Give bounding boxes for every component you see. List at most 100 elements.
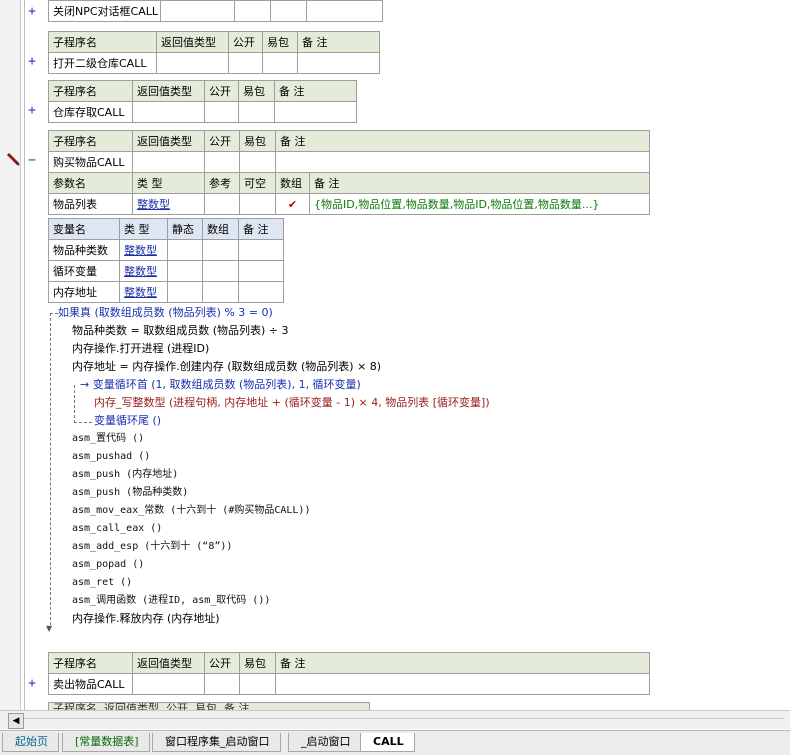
sub-name-cell[interactable]: 仓库存取CALL — [48, 101, 133, 123]
var-static-cell[interactable] — [167, 239, 203, 261]
header-sub-name: 子程序名 — [48, 31, 157, 53]
param-header-array: 数组 — [275, 172, 310, 194]
tab-constants[interactable]: [常量数据表] — [62, 733, 150, 752]
param-ref-cell[interactable] — [204, 193, 240, 215]
param-type-cell[interactable]: 整数型 — [132, 193, 205, 215]
note-cell[interactable] — [275, 673, 650, 695]
var-name-cell[interactable]: 循环变量 — [48, 260, 120, 282]
code-asm-line[interactable]: asm_add_esp (十六到十 (“8”)) — [72, 538, 232, 556]
public-cell[interactable] — [204, 151, 240, 173]
public-cell[interactable] — [234, 0, 271, 22]
param-type-link[interactable]: 整数型 — [137, 198, 170, 211]
code-editor[interactable]: 如果真 (取数组成员数 (物品列表) % 3 = 0) 物品种类数 = 取数组成… — [0, 300, 790, 633]
header-public: 公开 — [228, 31, 263, 53]
code-asm-line[interactable]: asm_pushad () — [72, 448, 150, 466]
var-static-cell[interactable] — [167, 260, 203, 282]
param-table: 参数名 类 型 参考 可空 数组 备 注 物品列表 整数型 ✔ {物品ID,物品… — [48, 172, 650, 215]
var-type-link[interactable]: 整数型 — [124, 244, 157, 257]
loop-flow-line — [74, 385, 75, 423]
code-asm-line[interactable]: asm_mov_eax_常数 (十六到十 (#购买物品CALL)) — [72, 502, 310, 520]
var-type-link[interactable]: 整数型 — [124, 286, 157, 299]
code-asm-line[interactable]: asm_push (内存地址) — [72, 466, 178, 484]
var-header-static: 静态 — [167, 218, 203, 240]
var-note-cell[interactable] — [238, 260, 284, 282]
ret-type-cell[interactable] — [132, 673, 205, 695]
easy-pack-cell[interactable] — [239, 673, 276, 695]
header-sub-name: 子程序名 — [48, 652, 133, 674]
code-asm-line[interactable]: asm_popad () — [72, 556, 144, 574]
tab-call[interactable]: CALL — [360, 733, 415, 752]
sub-name-cell[interactable]: 打开二级仓库CALL — [48, 52, 157, 74]
expand-toggle-sub-0[interactable]: + — [26, 5, 38, 18]
horizontal-scrollbar[interactable]: ◀ — [0, 710, 790, 729]
loop-flow-tail — [74, 422, 92, 423]
code-line[interactable]: 内存地址 = 内存操作.创建内存 (取数组成员数 (物品列表) × 8) — [72, 358, 381, 376]
code-loop-head[interactable]: → 变量循环首 (1, 取数组成员数 (物品列表), 1, 循环变量) — [80, 376, 361, 394]
code-asm-line[interactable]: asm_调用函数 (进程ID, asm_取代码 ()) — [72, 592, 270, 610]
tab-start-window[interactable]: _启动窗口 — [288, 733, 362, 752]
var-type-link[interactable]: 整数型 — [124, 265, 157, 278]
var-header-name: 变量名 — [48, 218, 120, 240]
param-note-cell[interactable]: {物品ID,物品位置,物品数量,物品ID,物品位置,物品数量...} — [309, 193, 650, 215]
code-asm-line[interactable]: asm_push (物品种类数) — [72, 484, 188, 502]
expand-toggle-sub-1[interactable]: + — [26, 55, 38, 68]
scroll-track[interactable] — [24, 718, 784, 719]
loop-arrow-icon: → — [80, 378, 93, 391]
expand-toggle-sub-4[interactable]: + — [26, 677, 38, 690]
tab-window-assembly[interactable]: 窗口程序集_启动窗口 — [152, 733, 281, 752]
header-easy-pack: 易包 — [239, 652, 276, 674]
array-check-icon[interactable]: ✔ — [275, 193, 310, 215]
var-note-cell[interactable] — [238, 239, 284, 261]
header-public: 公开 — [204, 80, 239, 102]
code-line[interactable]: 内存操作.打开进程 (进程ID) — [72, 340, 209, 358]
var-array-cell[interactable] — [202, 239, 239, 261]
ret-type-cell[interactable] — [132, 101, 205, 123]
ret-type-cell[interactable] — [132, 151, 205, 173]
var-array-cell[interactable] — [202, 260, 239, 282]
expand-toggle-sub-2[interactable]: + — [26, 104, 38, 117]
var-name-cell[interactable]: 物品种类数 — [48, 239, 120, 261]
public-cell[interactable] — [204, 673, 240, 695]
var-header-array: 数组 — [202, 218, 239, 240]
header-ret-type: 返回值类型 — [156, 31, 229, 53]
collapse-toggle-sub-3[interactable]: − — [26, 154, 38, 167]
easy-pack-cell[interactable] — [238, 101, 275, 123]
loop-head-text[interactable]: 变量循环首 (1, 取数组成员数 (物品列表), 1, 循环变量) — [93, 378, 361, 391]
sub-table-buy-item: 子程序名 返回值类型 公开 易包 备 注 购买物品CALL — [48, 130, 650, 173]
code-asm-line[interactable]: asm_call_eax () — [72, 520, 162, 538]
code-asm-line[interactable]: asm_置代码 () — [72, 430, 144, 448]
note-cell[interactable] — [275, 151, 650, 173]
easy-pack-cell[interactable] — [262, 52, 298, 74]
sub-name-cell[interactable]: 关闭NPC对话框CALL — [48, 0, 161, 22]
param-header-name: 参数名 — [48, 172, 133, 194]
public-cell[interactable] — [228, 52, 263, 74]
easy-pack-cell[interactable] — [270, 0, 307, 22]
code-loop-tail[interactable]: 变量循环尾 () — [94, 412, 161, 430]
param-name-cell[interactable]: 物品列表 — [48, 193, 133, 215]
public-cell[interactable] — [204, 101, 239, 123]
code-loop-body[interactable]: 内存_写整数型 (进程句柄, 内存地址 + (循环变量 - 1) × 4, 物品… — [94, 394, 490, 412]
ret-type-cell[interactable] — [156, 52, 229, 74]
sub-table-close-npc: 关闭NPC对话框CALL — [48, 0, 383, 22]
easy-pack-cell[interactable] — [239, 151, 276, 173]
code-asm-line[interactable]: asm_ret () — [72, 574, 132, 592]
sub-name-cell[interactable]: 卖出物品CALL — [48, 673, 133, 695]
ret-type-cell[interactable] — [160, 0, 235, 22]
note-cell[interactable] — [297, 52, 380, 74]
var-type-cell[interactable]: 整数型 — [119, 239, 168, 261]
header-easy-pack: 易包 — [239, 130, 276, 152]
scroll-left-icon[interactable]: ◀ — [8, 713, 24, 729]
param-header-nullable: 可空 — [239, 172, 276, 194]
tab-start-page[interactable]: 起始页 — [2, 733, 59, 752]
code-line[interactable]: 内存操作.释放内存 (内存地址) — [72, 610, 220, 628]
sub-name-cell[interactable]: 购买物品CALL — [48, 151, 133, 173]
code-if-line[interactable]: 如果真 (取数组成员数 (物品列表) % 3 = 0) — [58, 304, 273, 322]
note-cell[interactable] — [274, 101, 357, 123]
code-line[interactable]: 物品种类数 = 取数组成员数 (物品列表) ÷ 3 — [72, 322, 289, 340]
var-type-cell[interactable]: 整数型 — [119, 260, 168, 282]
header-public: 公开 — [204, 652, 240, 674]
param-nullable-cell[interactable] — [239, 193, 276, 215]
note-cell[interactable] — [306, 0, 383, 22]
if-flow-line — [50, 313, 51, 625]
edit-pencil-icon — [6, 152, 20, 166]
